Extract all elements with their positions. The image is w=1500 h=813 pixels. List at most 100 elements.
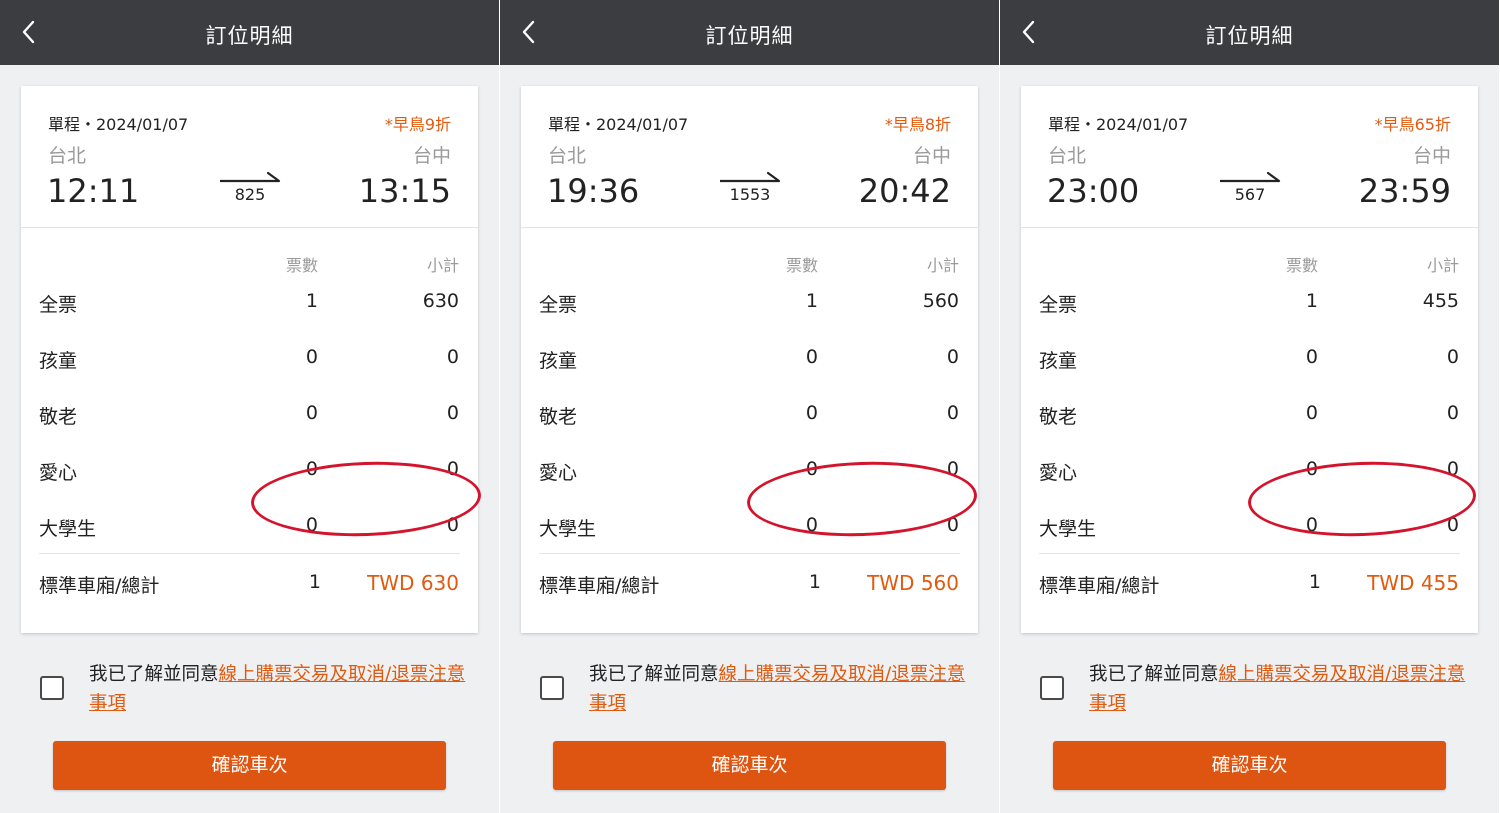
agree-checkbox[interactable]	[1040, 676, 1064, 700]
departure-time: 19:36	[547, 172, 640, 210]
ticket-subtotal: 0	[946, 346, 959, 368]
trip-summary: 單程・2024/01/07 *早鳥8折 台北 台中 19:36 1553 20:…	[521, 86, 978, 228]
ticket-subtotal: 0	[946, 402, 959, 424]
total-row: 標準車廂/總計 1 TWD 560	[521, 567, 978, 607]
total-qty: 1	[808, 571, 821, 593]
total-amount: TWD 630	[367, 571, 459, 595]
ticket-qty: 0	[1305, 402, 1318, 424]
ticket-type-label: 敬老	[539, 406, 578, 428]
ticket-row: 敬老 0 0	[21, 398, 478, 438]
ticket-type-label: 愛心	[39, 462, 78, 484]
ticket-type-label: 孩童	[539, 350, 578, 372]
total-label: 標準車廂/總計	[39, 575, 160, 597]
train-number: 567	[1234, 185, 1266, 204]
agree-text: 我已了解並同意線上購票交易及取消/退票注意事項	[1089, 660, 1479, 718]
ticket-qty: 0	[305, 402, 318, 424]
ticket-subtotal: 0	[446, 402, 459, 424]
screens-container: 訂位明細 單程・2024/01/07 *早鳥9折 台北 台中 12:11 825…	[0, 0, 1500, 813]
discount-badge: *早鳥8折	[884, 115, 951, 134]
divider	[39, 553, 460, 554]
arrow-right-icon	[720, 171, 781, 183]
booking-card: 單程・2024/01/07 *早鳥9折 台北 台中 12:11 825 13:1…	[21, 86, 478, 633]
destination-station: 台中	[912, 145, 951, 167]
page-title: 訂位明細	[1205, 24, 1294, 48]
booking-detail-screen-1: 訂位明細 單程・2024/01/07 *早鳥9折 台北 台中 12:11 825…	[0, 0, 499, 813]
confirm-train-button[interactable]: 確認車次	[1053, 741, 1446, 790]
trip-type-date: 單程・2024/01/07	[48, 115, 189, 134]
ticket-row: 全票 1 455	[1021, 286, 1478, 326]
total-row: 標準車廂/總計 1 TWD 455	[1021, 567, 1478, 607]
booking-card: 單程・2024/01/07 *早鳥65折 台北 台中 23:00 567 23:…	[1021, 86, 1478, 633]
divider	[1021, 227, 1478, 228]
ticket-subtotal: 455	[1422, 290, 1459, 312]
ticket-qty: 0	[1305, 346, 1318, 368]
ticket-qty: 1	[305, 290, 318, 312]
ticket-qty: 1	[1305, 290, 1318, 312]
ticket-type-label: 愛心	[1039, 462, 1078, 484]
ticket-row: 敬老 0 0	[521, 398, 978, 438]
ticket-type-label: 愛心	[539, 462, 578, 484]
ticket-type-label: 大學生	[39, 518, 97, 540]
agree-checkbox[interactable]	[40, 676, 64, 700]
ticket-subtotal: 630	[422, 290, 459, 312]
total-label: 標準車廂/總計	[1039, 575, 1160, 597]
agree-text: 我已了解並同意線上購票交易及取消/退票注意事項	[89, 660, 479, 718]
discount-badge: *早鳥9折	[384, 115, 451, 134]
col-header-tickets: 票數	[785, 256, 818, 275]
col-header-tickets: 票數	[285, 256, 318, 275]
ticket-type-label: 全票	[39, 294, 78, 316]
arrival-time: 13:15	[358, 172, 451, 210]
arrow-right-icon	[220, 171, 281, 183]
agree-prefix: 我已了解並同意	[1089, 664, 1219, 685]
total-amount: TWD 455	[1367, 571, 1459, 595]
col-header-subtotal: 小計	[926, 256, 959, 275]
trip-summary: 單程・2024/01/07 *早鳥9折 台北 台中 12:11 825 13:1…	[21, 86, 478, 228]
arrow-right-icon	[1220, 171, 1281, 183]
origin-station: 台北	[1048, 145, 1087, 167]
confirm-train-button[interactable]: 確認車次	[53, 741, 446, 790]
origin-station: 台北	[548, 145, 587, 167]
ticket-type-label: 敬老	[39, 406, 78, 428]
divider	[521, 227, 978, 228]
divider	[539, 553, 960, 554]
ticket-type-label: 孩童	[1039, 350, 1078, 372]
page-title: 訂位明細	[205, 24, 294, 48]
app-header: 訂位明細	[500, 0, 999, 65]
confirm-train-button[interactable]: 確認車次	[553, 741, 946, 790]
ticket-row: 全票 1 630	[21, 286, 478, 326]
train-number: 1553	[729, 185, 771, 204]
booking-detail-screen-2: 訂位明細 單程・2024/01/07 *早鳥8折 台北 台中 19:36 155…	[500, 0, 999, 813]
divider	[1039, 553, 1460, 554]
app-header: 訂位明細	[0, 0, 499, 65]
agree-prefix: 我已了解並同意	[89, 664, 219, 685]
total-amount: TWD 560	[867, 571, 959, 595]
origin-station: 台北	[48, 145, 87, 167]
agree-checkbox[interactable]	[540, 676, 564, 700]
total-row: 標準車廂/總計 1 TWD 630	[21, 567, 478, 607]
destination-station: 台中	[412, 145, 451, 167]
ticket-row: 孩童 0 0	[521, 342, 978, 382]
ticket-type-label: 全票	[1039, 294, 1078, 316]
app-header: 訂位明細	[1000, 0, 1499, 65]
departure-time: 12:11	[47, 172, 140, 210]
ticket-type-label: 全票	[539, 294, 578, 316]
ticket-row: 孩童 0 0	[21, 342, 478, 382]
agree-text: 我已了解並同意線上購票交易及取消/退票注意事項	[589, 660, 979, 718]
ticket-subtotal: 0	[1446, 402, 1459, 424]
ticket-subtotal: 560	[922, 290, 959, 312]
total-qty: 1	[1308, 571, 1321, 593]
ticket-row: 孩童 0 0	[1021, 342, 1478, 382]
col-header-subtotal: 小計	[426, 256, 459, 275]
ticket-qty: 0	[805, 402, 818, 424]
departure-time: 23:00	[1047, 172, 1140, 210]
arrival-time: 20:42	[858, 172, 951, 210]
trip-summary: 單程・2024/01/07 *早鳥65折 台北 台中 23:00 567 23:…	[1021, 86, 1478, 228]
ticket-type-label: 大學生	[1039, 518, 1097, 540]
booking-detail-screen-3: 訂位明細 單程・2024/01/07 *早鳥65折 台北 台中 23:00 56…	[1000, 0, 1499, 813]
ticket-type-label: 敬老	[1039, 406, 1078, 428]
ticket-row: 全票 1 560	[521, 286, 978, 326]
booking-card: 單程・2024/01/07 *早鳥8折 台北 台中 19:36 1553 20:…	[521, 86, 978, 633]
ticket-type-label: 大學生	[539, 518, 597, 540]
destination-station: 台中	[1412, 145, 1451, 167]
trip-type-date: 單程・2024/01/07	[1048, 115, 1189, 134]
